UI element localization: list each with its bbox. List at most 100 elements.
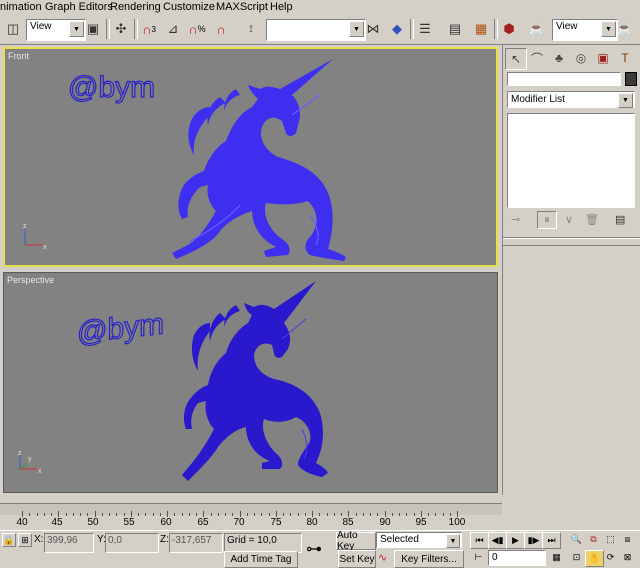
tick-mark xyxy=(290,513,292,516)
bym-text-object-perspective[interactable]: @bym xyxy=(74,309,184,355)
modifier-stack-list[interactable] xyxy=(507,113,635,208)
current-frame-field[interactable]: 0 xyxy=(488,550,546,566)
modify-tab-icon[interactable]: ⌒ xyxy=(527,48,547,68)
mirror-icon[interactable]: ⋈ xyxy=(362,18,384,40)
x-label: X: xyxy=(34,534,44,545)
next-frame-icon[interactable]: ▮▶ xyxy=(524,532,543,549)
menu-help[interactable]: Help xyxy=(270,1,293,13)
menu-animation[interactable]: nimation xyxy=(0,1,42,13)
pivot-center-icon[interactable]: ▣ xyxy=(82,18,104,40)
show-end-result-icon[interactable]: ⏸ xyxy=(537,211,557,229)
region-zoom-icon[interactable]: ⊡ xyxy=(568,550,585,565)
tick-label: 55 xyxy=(123,517,135,528)
angle-snap-icon[interactable]: ⊿ xyxy=(162,18,184,40)
z-label: Z: xyxy=(160,534,169,545)
goto-start-icon[interactable]: ⏮ xyxy=(470,532,489,549)
goto-end-icon[interactable]: ⏭ xyxy=(542,532,561,549)
zoom-extents-all-icon[interactable]: ⧈ xyxy=(619,532,636,547)
viewport-label[interactable]: Perspective xyxy=(7,275,54,285)
named-selection-edit-icon[interactable]: ⟟ xyxy=(240,18,262,40)
zoom-extents-icon[interactable]: ⬚ xyxy=(602,532,619,547)
key-filters-button[interactable]: Key Filters... xyxy=(394,550,464,568)
render-view-dropdown[interactable]: View ▼ xyxy=(552,19,618,41)
y-coordinate-field[interactable]: 0,0 xyxy=(105,533,159,553)
perspective-viewport[interactable]: Perspective @bym z x y xyxy=(3,272,498,493)
selection-lock-icon[interactable]: 🔒 xyxy=(2,533,16,547)
viewport-label[interactable]: Front xyxy=(8,51,29,61)
axis-x-label: x xyxy=(43,244,47,251)
hierarchy-tab-icon[interactable]: ♣ xyxy=(549,48,569,68)
tick-mark xyxy=(101,513,103,516)
stack-toolbar: ⊸ ⏸ ∨ 🗑 ▤ xyxy=(507,211,635,231)
tick-mark xyxy=(326,513,328,516)
menu-graph-editors[interactable]: Graph Editors xyxy=(45,1,113,13)
key-selection-dropdown[interactable]: Selected ▼ xyxy=(376,532,462,548)
render-view-value: View xyxy=(556,21,578,32)
align-icon[interactable]: ◆ xyxy=(386,18,408,40)
material-editor-icon[interactable]: ⬢ xyxy=(498,18,520,40)
select-object-icon[interactable]: ◫ xyxy=(2,18,24,40)
select-and-link-icon[interactable]: ✣ xyxy=(110,18,132,40)
layer-manager-icon[interactable]: ☰ xyxy=(414,18,436,40)
make-unique-icon[interactable]: ∨ xyxy=(565,213,573,226)
tick-mark xyxy=(123,513,125,516)
zoom-icon[interactable]: 🔍 xyxy=(568,532,585,547)
tick-label: 90 xyxy=(379,517,391,528)
status-bar: 🔒 ⊞ X: 399,96 Y: 0,0 Z: -317,657 Grid = … xyxy=(0,530,640,568)
tick-mark xyxy=(43,513,45,516)
tick-mark xyxy=(391,513,393,516)
bym-text-object[interactable]: @bym xyxy=(65,67,175,107)
tick-mark xyxy=(268,513,270,516)
tick-mark xyxy=(116,513,118,516)
x-coordinate-field[interactable]: 399,96 xyxy=(44,533,94,553)
render-setup-icon[interactable]: ☕ xyxy=(526,18,548,40)
zoom-all-icon[interactable]: ⧉ xyxy=(585,532,602,547)
reference-coordinate-dropdown[interactable]: View ▼ xyxy=(26,19,86,41)
menu-rendering[interactable]: Rendering xyxy=(110,1,161,13)
axis-z-label: z xyxy=(18,450,22,457)
object-color-swatch[interactable] xyxy=(625,72,637,86)
motion-tab-icon[interactable]: ◎ xyxy=(571,48,591,68)
tick-mark xyxy=(188,513,190,516)
percent-label: % xyxy=(197,24,206,34)
spinner-snap-icon[interactable]: ∩ xyxy=(210,18,232,40)
tick-mark xyxy=(283,513,284,516)
trackbar[interactable]: 40 45 50 55 60 65 70 75 80 85 90 95 100 xyxy=(0,497,502,530)
quick-render-icon[interactable]: ☕ xyxy=(614,18,636,40)
time-configuration-icon[interactable]: ▦ xyxy=(548,550,565,565)
utilities-tab-icon[interactable]: T xyxy=(615,48,635,68)
unicorn-object[interactable] xyxy=(170,55,350,267)
named-selection-set-dropdown[interactable]: ▼ xyxy=(266,19,366,41)
key-mode-toggle-icon[interactable]: ⊢ xyxy=(470,550,487,565)
previous-frame-icon[interactable]: ◀▮ xyxy=(488,532,507,549)
menu-customize[interactable]: Customize xyxy=(163,1,215,13)
key-curve-icon[interactable]: ∿ xyxy=(378,551,387,564)
tick-mark xyxy=(449,513,451,516)
play-icon[interactable]: ▶ xyxy=(506,532,525,549)
auto-key-button[interactable]: Auto Key xyxy=(336,530,376,552)
tick-mark xyxy=(406,513,408,516)
modifier-list-dropdown[interactable]: Modifier List ▼ xyxy=(507,91,635,108)
arc-rotate-icon[interactable]: ⟳ xyxy=(602,550,619,565)
front-viewport[interactable]: Front @bym z x xyxy=(3,47,498,267)
add-time-tag-button[interactable]: Add Time Tag xyxy=(224,551,298,568)
unicorn-object-perspective[interactable] xyxy=(182,279,332,491)
object-name-field[interactable] xyxy=(507,72,621,86)
configure-modifier-sets-icon[interactable]: ▤ xyxy=(615,213,625,226)
percent-snap-icon[interactable]: ∩% xyxy=(186,18,208,40)
set-key-button[interactable]: Set Key xyxy=(338,550,376,568)
menu-maxscript[interactable]: MAXScript xyxy=(216,1,268,13)
track-strip[interactable] xyxy=(0,503,502,515)
display-tab-icon[interactable]: ▣ xyxy=(593,48,613,68)
pin-stack-icon[interactable]: ⊸ xyxy=(511,213,520,226)
remove-modifier-icon[interactable]: 🗑 xyxy=(585,213,599,226)
create-tab-icon[interactable]: ↖ xyxy=(505,48,527,70)
curve-editor-icon[interactable]: ▤ xyxy=(444,18,466,40)
tick-label: 95 xyxy=(415,517,427,528)
snap-toggle-icon[interactable]: ∩ 3 xyxy=(138,18,160,40)
schematic-view-icon[interactable]: ▦ xyxy=(470,18,492,40)
maximize-viewport-icon[interactable]: ⊠ xyxy=(619,550,636,565)
z-coordinate-field[interactable]: -317,657 xyxy=(169,533,223,553)
absolute-mode-icon[interactable]: ⊞ xyxy=(18,533,32,547)
set-key-mode-icon[interactable]: ⊶ xyxy=(306,539,322,559)
